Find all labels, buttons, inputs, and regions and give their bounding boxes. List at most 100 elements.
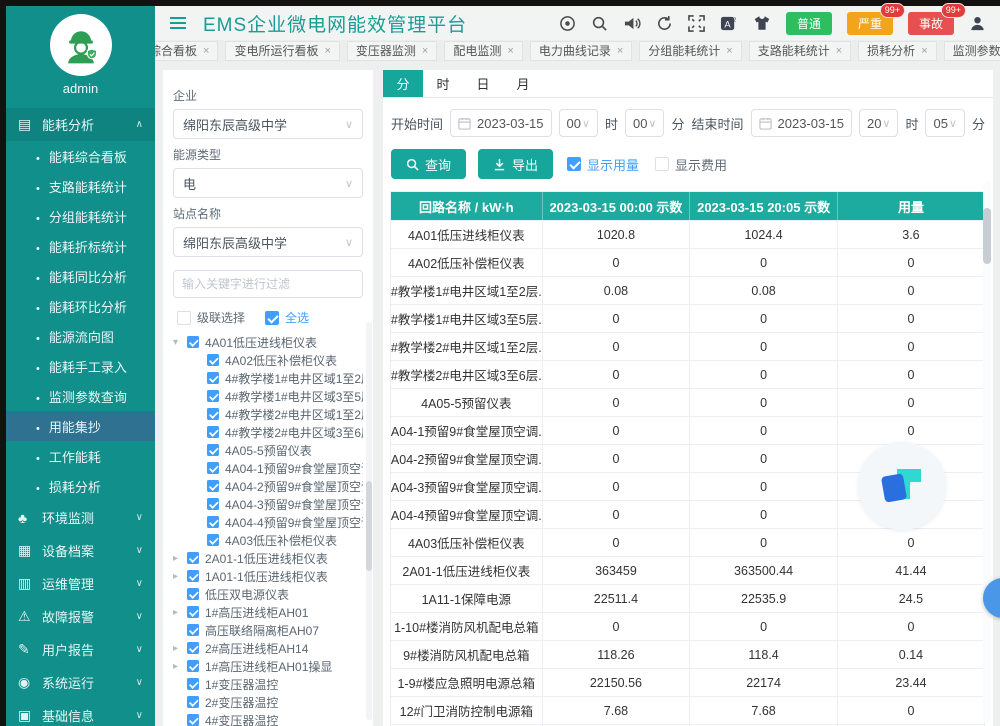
tree-checkbox[interactable] — [187, 696, 199, 708]
tree-item[interactable]: 4A04-3预留9#食堂屋顶空调机组仪表 — [173, 495, 363, 513]
sidebar-item[interactable]: ◉ 系统运行 ∨ — [6, 666, 155, 699]
sidebar-item[interactable]: 用能集抄 — [6, 411, 155, 441]
tree-checkbox[interactable] — [187, 570, 199, 582]
tree-item[interactable]: ▸ 2A01-1低压进线柜仪表 — [173, 549, 363, 567]
close-icon[interactable]: × — [324, 46, 330, 57]
tree-checkbox[interactable] — [207, 444, 219, 456]
close-icon[interactable]: × — [921, 46, 927, 57]
tree-checkbox[interactable] — [207, 534, 219, 546]
sidebar-item[interactable]: ✎ 用户报告 ∨ — [6, 633, 155, 666]
energy-type-select[interactable]: 电 ∨ — [173, 168, 363, 198]
search-button[interactable]: 查询 — [391, 149, 466, 179]
end-minute-select[interactable]: 05 ∨ — [925, 109, 964, 137]
end-date-input[interactable]: 2023-03-15 — [751, 109, 853, 137]
sidebar-item[interactable]: 能源流向图 — [6, 321, 155, 351]
show-usage-checkbox[interactable]: 显示用量 — [567, 155, 639, 174]
close-icon[interactable]: × — [617, 46, 623, 57]
tree-item[interactable]: 4#教学楼2#电井区域1至2层动力仪表 — [173, 405, 363, 423]
sidebar-item[interactable]: ▣ 基础信息 ∨ — [6, 699, 155, 726]
scrollbar-thumb[interactable] — [983, 208, 991, 264]
tab[interactable]: 损耗分析 × — [858, 41, 936, 61]
tree-caret-icon[interactable]: ▸ — [173, 607, 186, 618]
menu-toggle-icon[interactable] — [169, 15, 187, 31]
tree-caret-icon[interactable]: ▸ — [173, 571, 186, 582]
tree-checkbox[interactable] — [207, 372, 219, 384]
start-minute-select[interactable]: 00 ∨ — [625, 109, 664, 137]
tree-item[interactable]: 1#变压器温控 — [173, 675, 363, 693]
tree-item[interactable]: 4#教学楼1#电井区域3至5层动力仪表 — [173, 387, 363, 405]
sidebar-item[interactable]: ⚠ 故障报警 ∨ — [6, 600, 155, 633]
alarm-badge[interactable]: 严重 99+ — [847, 12, 893, 35]
sidebar-item[interactable]: ▦ 设备档案 ∨ — [6, 534, 155, 567]
tab[interactable]: 电力曲线记录 × — [530, 41, 632, 61]
sidebar-item[interactable]: ♣ 环境监测 ∨ — [6, 501, 155, 534]
company-select[interactable]: 绵阳东辰高级中学 ∨ — [173, 109, 363, 139]
sidebar-item[interactable]: 能耗手工录入 — [6, 351, 155, 381]
tree-checkbox[interactable] — [207, 408, 219, 420]
alarm-badge[interactable]: 事故 99+ — [908, 12, 954, 35]
show-cost-checkbox[interactable]: 显示费用 — [655, 155, 727, 174]
tree-item[interactable]: 高压联络隔离柜AH07 — [173, 621, 363, 639]
sidebar-item[interactable]: 分组能耗统计 — [6, 201, 155, 231]
cascade-select-checkbox[interactable]: 级联选择 — [177, 309, 245, 326]
tree-checkbox[interactable] — [187, 606, 199, 618]
close-icon[interactable]: × — [422, 46, 428, 57]
sidebar-item[interactable]: ▤ 能耗分析 ∧ — [6, 108, 155, 141]
tree-checkbox[interactable] — [187, 552, 199, 564]
export-button[interactable]: 导出 — [478, 149, 553, 179]
refresh-icon[interactable] — [656, 15, 673, 32]
tree-item[interactable]: 4#变压器温控 — [173, 711, 363, 726]
sidebar-item[interactable]: 能耗同比分析 — [6, 261, 155, 291]
tree-checkbox[interactable] — [187, 714, 199, 726]
station-select[interactable]: 绵阳东辰高级中学 ∨ — [173, 227, 363, 257]
table-scrollbar[interactable] — [983, 182, 991, 723]
sound-icon[interactable] — [623, 15, 641, 32]
tree-item[interactable]: ▾ 4A01低压进线柜仪表 — [173, 333, 363, 351]
tree-item[interactable]: 4A05-5预留仪表 — [173, 441, 363, 459]
close-icon[interactable]: × — [507, 46, 513, 57]
tree-checkbox[interactable] — [187, 642, 199, 654]
tree-scrollbar[interactable] — [366, 322, 372, 720]
sidebar-item[interactable]: ▥ 运维管理 ∨ — [6, 567, 155, 600]
scrollbar-thumb[interactable] — [366, 481, 372, 571]
tree-item[interactable]: 4A04-2预留9#食堂屋顶空调机组仪表 — [173, 477, 363, 495]
tree-item[interactable]: 4#教学楼1#电井区域1至2层动力仪表 — [173, 369, 363, 387]
tab[interactable]: 综合看板 × — [155, 41, 218, 61]
tab[interactable]: 变电所运行看板 × — [225, 41, 339, 61]
tree-caret-icon[interactable]: ▸ — [173, 643, 186, 654]
tree-item[interactable]: ▸ 1#高压进线柜AH01 — [173, 603, 363, 621]
sidebar-item[interactable]: 能耗环比分析 — [6, 291, 155, 321]
tab[interactable]: 配电监测 × — [444, 41, 522, 61]
tree-item[interactable]: 2#变压器温控 — [173, 693, 363, 711]
tree-item[interactable]: 4A04-4预留9#食堂屋顶空调机组仪表 — [173, 513, 363, 531]
sidebar-item[interactable]: 损耗分析 — [6, 471, 155, 501]
start-date-input[interactable]: 2023-03-15 — [450, 109, 552, 137]
tree-checkbox[interactable] — [187, 660, 199, 672]
select-all-checkbox[interactable]: 全选 — [265, 309, 309, 326]
tree-caret-icon[interactable]: ▸ — [173, 553, 186, 564]
sidebar-item[interactable]: 监测参数查询 — [6, 381, 155, 411]
tab[interactable]: 支路能耗统计 × — [749, 41, 851, 61]
period-tab[interactable]: 日 — [463, 70, 503, 97]
tree-checkbox[interactable] — [187, 336, 199, 348]
alarm-badge[interactable]: 普通 — [786, 12, 832, 35]
period-tab[interactable]: 时 — [423, 70, 463, 97]
tree-checkbox[interactable] — [207, 498, 219, 510]
sidebar-item[interactable]: 工作能耗 — [6, 441, 155, 471]
tree-checkbox[interactable] — [207, 516, 219, 528]
tab[interactable]: 分组能耗统计 × — [639, 41, 741, 61]
tree-item[interactable]: 4A03低压补偿柜仪表 — [173, 531, 363, 549]
tree-item[interactable]: 4A04-1预留9#食堂屋顶空调机组仪表 — [173, 459, 363, 477]
tree-caret-icon[interactable]: ▸ — [173, 661, 186, 672]
fullscreen-icon[interactable] — [688, 15, 705, 32]
tree-checkbox[interactable] — [207, 390, 219, 402]
search-icon[interactable] — [591, 15, 608, 32]
tree-item[interactable]: 4A02低压补偿柜仪表 — [173, 351, 363, 369]
tree-checkbox[interactable] — [187, 624, 199, 636]
tree-item[interactable]: ▸ 2#高压进线柜AH14 — [173, 639, 363, 657]
tree-checkbox[interactable] — [207, 354, 219, 366]
tree-checkbox[interactable] — [187, 678, 199, 690]
user-icon[interactable] — [969, 15, 986, 32]
tab[interactable]: 变压器监测 × — [347, 41, 437, 61]
tree-checkbox[interactable] — [207, 480, 219, 492]
